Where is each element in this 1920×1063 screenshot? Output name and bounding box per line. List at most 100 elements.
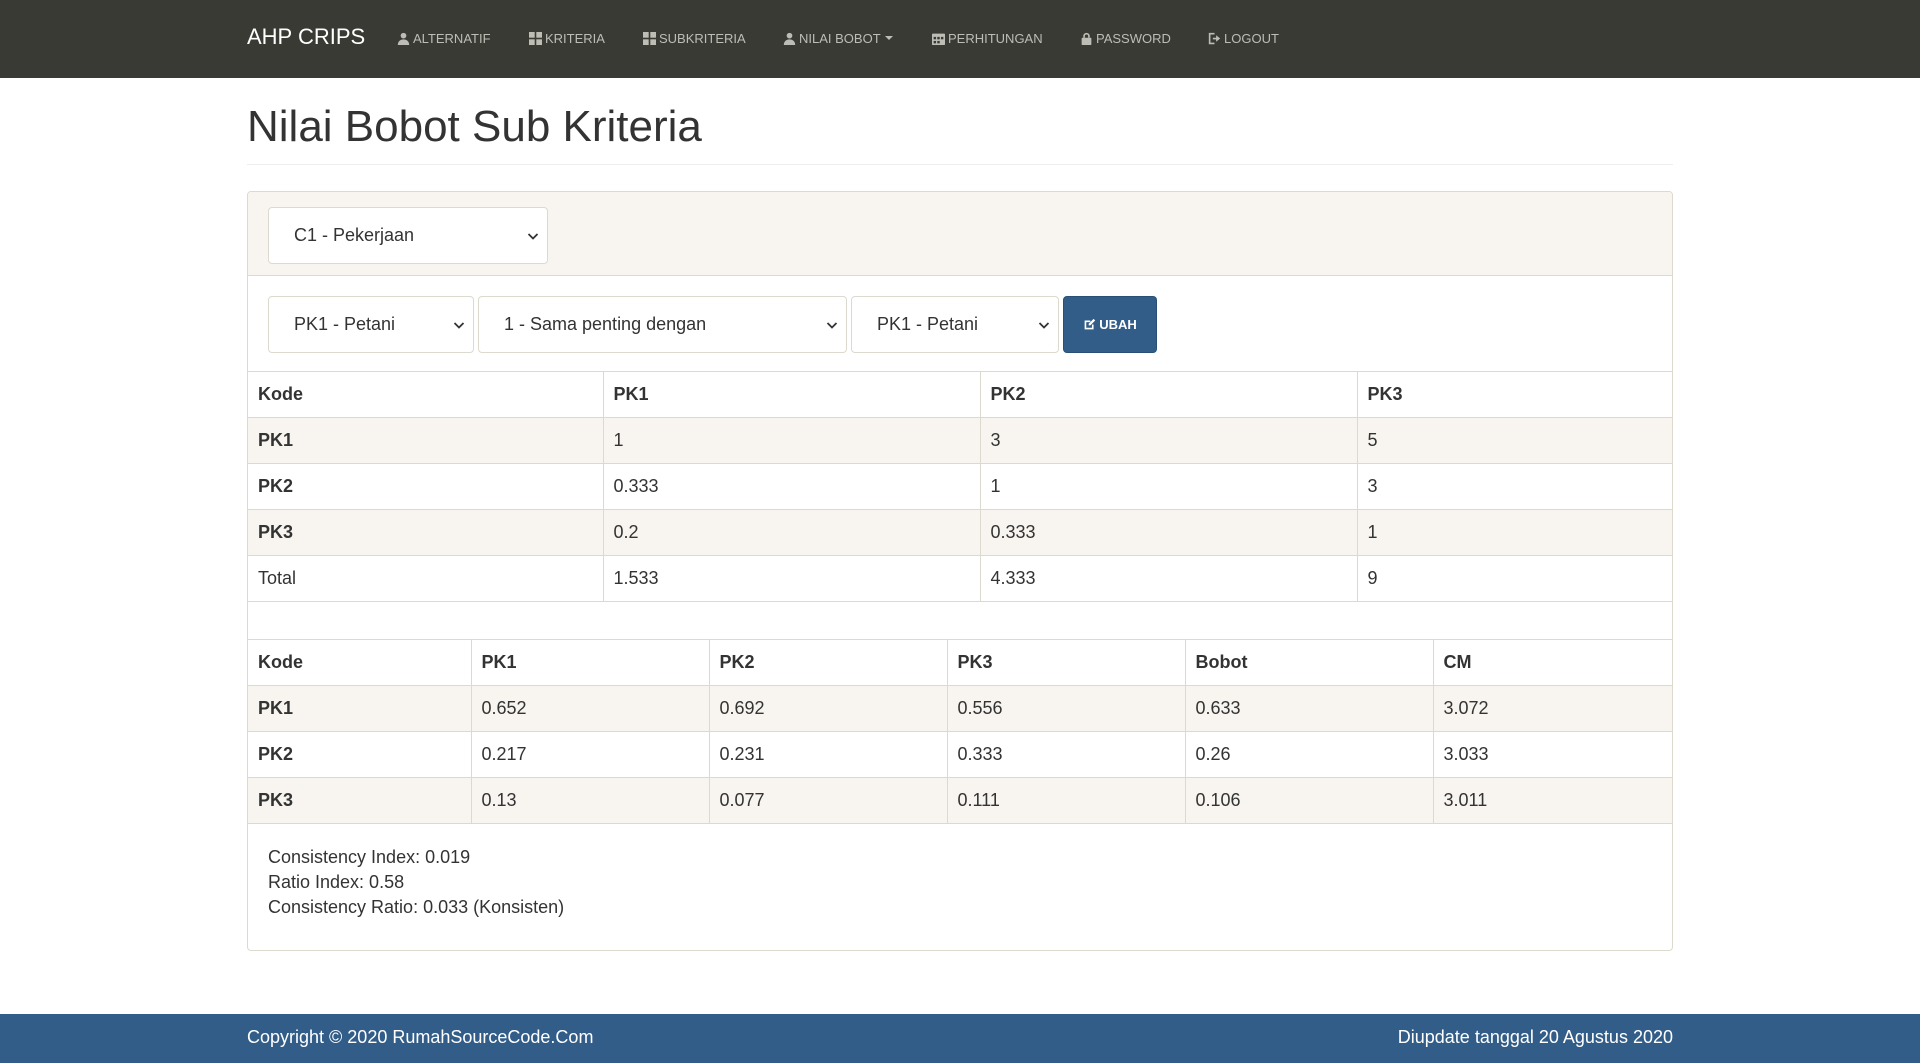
header-cell: Kode (248, 639, 471, 686)
nav-perhitungan[interactable]: PERHITUNGAN (932, 29, 1043, 47)
nav-logout[interactable]: LOGOUT (1208, 29, 1279, 47)
page-title: Nilai Bobot Sub Kriteria (247, 102, 702, 151)
brand-link[interactable]: AHP CRIPS (247, 23, 365, 51)
calendar-icon (932, 33, 945, 45)
panel-heading: C1 - Pekerjaan (248, 192, 1672, 276)
row-code-cell: PK1 (248, 685, 471, 732)
total-row: Total 1.533 4.333 9 (248, 555, 1672, 602)
table-cell: 0.2 (602, 509, 980, 556)
grid-icon (643, 31, 656, 45)
grid-icon (529, 31, 542, 45)
row-code-cell: PK1 (248, 417, 603, 464)
left-subkriteria-select[interactable]: PK1 - Petani (268, 296, 474, 353)
table-cell: 0.652 (470, 685, 709, 732)
chevron-down-icon (826, 322, 838, 329)
nav-subkriteria-label: SUBKRITERIA (659, 30, 746, 46)
edit-icon (1084, 318, 1096, 330)
chevron-down-icon (1038, 322, 1050, 329)
table-cell: 1 (602, 417, 980, 464)
table-header-row: Kode PK1 PK2 PK3 (248, 371, 1672, 418)
header-cell: Kode (248, 371, 603, 418)
logout-icon (1208, 32, 1221, 44)
ratio-index-text: Ratio Index: 0.58 (268, 872, 405, 892)
table-row: PK3 0.2 0.333 1 (248, 509, 1672, 556)
footer: Copyright © 2020 RumahSourceCode.Com Diu… (0, 1014, 1920, 1063)
table-cell: 5 (1356, 417, 1672, 464)
nav-nilai-bobot-dropdown[interactable]: NILAI BOBOT (783, 29, 893, 47)
table-cell: 0.106 (1184, 777, 1433, 824)
row-code-cell: PK2 (248, 463, 603, 510)
total-cell: 1.533 (602, 555, 980, 602)
footer-copyright: Copyright © 2020 RumahSourceCode.Com (247, 1027, 594, 1047)
nav-nilai-bobot-label: NILAI BOBOT (799, 30, 881, 46)
table-row: PK1 0.652 0.692 0.556 0.633 3.072 (248, 685, 1672, 732)
user-icon (783, 32, 796, 45)
table-cell: 0.333 (979, 509, 1357, 556)
footer-updated: Diupdate tanggal 20 Agustus 2020 (1397, 1027, 1673, 1047)
user-icon (397, 32, 410, 45)
comparison-value: 1 - Sama penting dengan (504, 314, 707, 334)
chevron-down-icon (453, 322, 465, 329)
title-divider (247, 164, 1673, 165)
left-subkriteria-value: PK1 - Petani (294, 314, 396, 334)
header-cell: PK2 (979, 371, 1357, 418)
nav-perhitungan-label: PERHITUNGAN (948, 30, 1043, 46)
table-cell: 0.231 (708, 731, 947, 778)
total-label-cell: Total (248, 555, 603, 602)
table-cell: 3.033 (1432, 731, 1672, 778)
header-cell: PK3 (1356, 371, 1672, 418)
table-row: PK2 0.217 0.231 0.333 0.26 3.033 (248, 731, 1672, 778)
nav-kriteria-label: KRITERIA (545, 30, 605, 46)
comparison-matrix-table: Kode PK1 PK2 PK3 PK1 1 3 5 PK2 0.333 1 3… (248, 371, 1672, 602)
header-cell: Bobot (1184, 639, 1433, 686)
right-subkriteria-select[interactable]: PK1 - Petani (851, 296, 1059, 353)
main-panel: C1 - Pekerjaan PK1 - Petani 1 - Sama pen… (247, 191, 1673, 951)
table-cell: 1 (1356, 509, 1672, 556)
header-cell: PK1 (470, 639, 709, 686)
consistency-index-text: Consistency Index: 0.019 (268, 847, 471, 867)
table-cell: 0.217 (470, 731, 709, 778)
nav-password-label: PASSWORD (1096, 30, 1171, 46)
caret-down-icon (884, 36, 893, 40)
table-cell: 0.633 (1184, 685, 1433, 732)
header-cell: PK3 (946, 639, 1185, 686)
right-subkriteria-value: PK1 - Petani (877, 314, 979, 334)
table-cell: 0.13 (470, 777, 709, 824)
table-cell: 0.333 (602, 463, 980, 510)
nav-subkriteria[interactable]: SUBKRITERIA (643, 29, 746, 47)
row-code-cell: PK3 (248, 777, 471, 824)
table-cell: 0.111 (946, 777, 1185, 824)
ubah-button-label: UBAH (1099, 317, 1137, 332)
table-row: PK2 0.333 1 3 (248, 463, 1672, 510)
kriteria-select[interactable]: C1 - Pekerjaan (268, 207, 548, 264)
table-cell: 0.333 (946, 731, 1185, 778)
nav-password[interactable]: PASSWORD (1080, 29, 1171, 47)
row-code-cell: PK2 (248, 731, 471, 778)
table-cell: 3.011 (1432, 777, 1672, 824)
table-cell: 0.556 (946, 685, 1185, 732)
navbar: AHP CRIPS ALTERNATIF KRITERIA SUBKRITERI… (0, 0, 1920, 78)
consistency-ratio-text: Consistency Ratio: 0.033 (Konsisten) (268, 897, 565, 917)
nav-kriteria[interactable]: KRITERIA (529, 29, 605, 47)
consistency-summary: Consistency Index: 0.019 Ratio Index: 0.… (268, 845, 564, 920)
header-cell: PK1 (602, 371, 980, 418)
table-cell: 3 (979, 417, 1357, 464)
ubah-button[interactable]: UBAH (1063, 296, 1157, 353)
total-cell: 9 (1356, 555, 1672, 602)
nav-alternatif-label: ALTERNATIF (413, 30, 491, 46)
table-cell: 3 (1356, 463, 1672, 510)
table-row: PK1 1 3 5 (248, 417, 1672, 464)
normalized-matrix-table: Kode PK1 PK2 PK3 Bobot CM PK1 0.652 0.69… (248, 639, 1672, 824)
table-cell: 0.26 (1184, 731, 1433, 778)
nav-logout-label: LOGOUT (1224, 30, 1279, 46)
nav-alternatif[interactable]: ALTERNATIF (397, 29, 491, 47)
comparison-value-select[interactable]: 1 - Sama penting dengan (478, 296, 847, 353)
table-cell: 0.077 (708, 777, 947, 824)
table-row: PK3 0.13 0.077 0.111 0.106 3.011 (248, 777, 1672, 824)
row-code-cell: PK3 (248, 509, 603, 556)
total-cell: 4.333 (979, 555, 1357, 602)
header-cell: PK2 (708, 639, 947, 686)
lock-icon (1081, 32, 1092, 45)
kriteria-select-value: C1 - Pekerjaan (294, 225, 415, 245)
table-cell: 1 (979, 463, 1357, 510)
